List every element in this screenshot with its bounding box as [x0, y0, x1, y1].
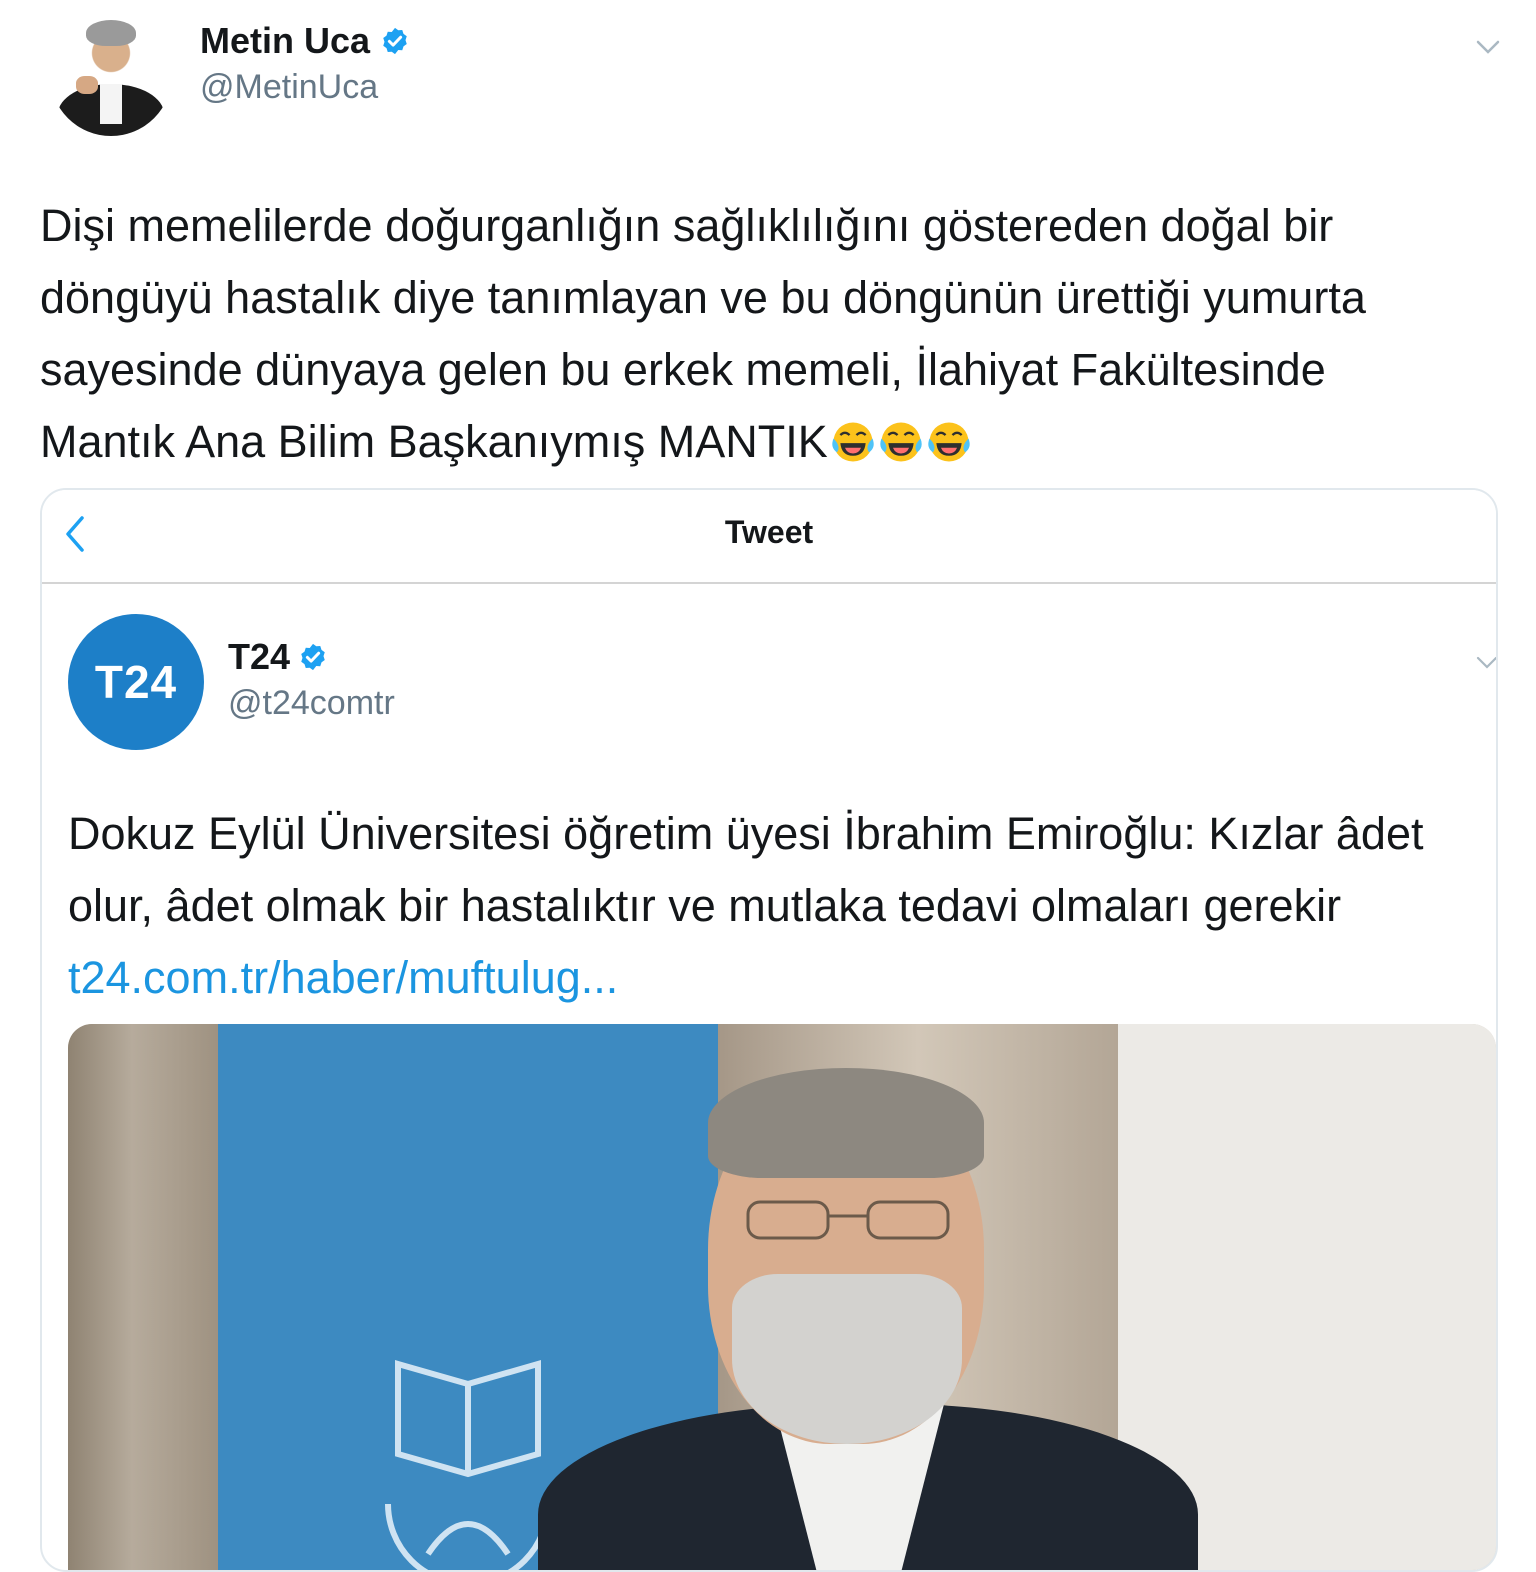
chevron-down-icon[interactable] [1474, 652, 1498, 672]
glasses-icon [746, 1200, 950, 1240]
author-avatar[interactable] [50, 14, 172, 136]
quote-card-header: Tweet [42, 490, 1496, 584]
author-name-row[interactable]: Metin Uca [200, 20, 410, 62]
quoted-tweet-photo[interactable] [68, 1024, 1496, 1570]
quote-card-title: Tweet [724, 514, 814, 550]
t24-avatar[interactable]: T24 [68, 614, 204, 750]
quoted-author-name-row[interactable]: T24 [228, 636, 328, 678]
chevron-down-icon[interactable] [1472, 34, 1504, 58]
quoted-author-display-name[interactable]: T24 [228, 636, 290, 678]
face-with-tears-of-joy-icon [880, 422, 922, 462]
tweet-text: Dişi memelilerde doğurganlığın sağlıklıl… [40, 190, 1500, 478]
verified-badge-icon [383, 27, 407, 55]
quoted-tweet-body: Dokuz Eylül Üniversitesi öğretim üyesi İ… [68, 808, 1424, 931]
author-handle[interactable]: @MetinUca [200, 68, 378, 107]
face-with-tears-of-joy-icon [928, 422, 970, 462]
quoted-author-handle[interactable]: @t24comtr [228, 684, 395, 723]
quoted-tweet-text: Dokuz Eylül Üniversitesi öğretim üyesi İ… [68, 798, 1468, 1014]
face-with-tears-of-joy-icon [832, 422, 874, 462]
verified-badge-icon [301, 643, 325, 671]
author-display-name[interactable]: Metin Uca [200, 20, 370, 62]
quoted-tweet-link[interactable]: t24.com.tr/haber/muftulug... [68, 942, 1468, 1014]
quoted-tweet-card[interactable]: Tweet T24 T24 @t24comtr Dokuz Eylül Üniv… [40, 488, 1498, 1572]
tweet-text-body: Dişi memelilerde doğurganlığın sağlıklıl… [40, 200, 1366, 467]
